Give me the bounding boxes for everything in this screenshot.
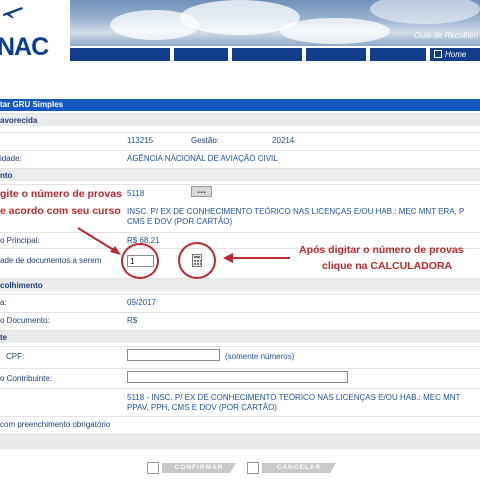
annotation-left-line-2: e acordo com seu curso	[0, 205, 121, 217]
annotation-right-line-2: clique na CALCULADORA	[322, 260, 453, 272]
annotation-left-line-1: gite o número de provas	[0, 188, 122, 200]
unidade-label: idade:	[0, 154, 22, 163]
unidade-row: idade: AGÊNCIA NACIONAL DE AVIAÇÃO CIVIL	[0, 150, 480, 164]
unidade-value: AGÊNCIA NACIONAL DE AVIAÇÃO CIVIL	[127, 154, 278, 163]
cpf-input[interactable]	[127, 349, 220, 361]
cancel-label: CANCELAR	[262, 463, 336, 473]
cancel-button[interactable]: CANCELAR	[247, 462, 338, 474]
descricao-line-2: CMS E DOV (POR CARTÃO)	[127, 217, 233, 226]
header-title: Guia de Recolhim	[414, 31, 478, 40]
search-code-button[interactable]: ...	[191, 186, 212, 197]
resumo-row: 5118 - INSC. P/ EX DE CONHECIMENTO TEÓRI…	[0, 388, 480, 414]
quantidade-label: ade de documentos a serem	[0, 256, 102, 265]
resumo-line-1: 5118 - INSC. P/ EX DE CONHECIMENTO TEÓRI…	[127, 393, 461, 402]
cpf-label: CPF:	[6, 352, 25, 361]
page-header: NAC Guia de Recolhim Home	[0, 0, 480, 68]
ug-row: 113215 Gestão: 20214	[0, 132, 480, 146]
codigo-value: 5118	[127, 189, 145, 198]
competencia-row: a: 09/2017	[0, 294, 480, 308]
input-highlight-circle	[121, 243, 159, 279]
section-recolhimento: colhimento	[0, 278, 480, 291]
section-documento: nto	[0, 168, 480, 181]
confirm-button[interactable]: CONFIRMAR	[147, 462, 238, 474]
nav-home-link[interactable]: Home	[430, 48, 480, 61]
cpf-hint: (somente números)	[225, 352, 295, 361]
form-title: tar GRU Simples	[0, 99, 480, 111]
nav-home-label: Home	[445, 50, 467, 59]
valor-documento-value: R$	[127, 316, 138, 325]
anac-logo: NAC	[0, 0, 68, 68]
competencia-value: 09/2017	[127, 298, 156, 307]
cancel-icon	[247, 462, 259, 474]
obrigatorio-row: com preenchimento obrigatório	[0, 416, 480, 430]
logo-text: NAC	[0, 33, 49, 61]
annotation-right-line-1: Após digitar o número de provas	[299, 244, 464, 256]
valor-principal-label: o Principal:	[0, 236, 40, 245]
contribuinte-input[interactable]	[127, 371, 348, 383]
top-navbar: Home	[70, 48, 480, 61]
contribuinte-label: o Contribuinte:	[0, 374, 53, 383]
resumo-line-2: PPAV, PPH, CMS E DOV (POR CARTÃO)	[127, 403, 277, 412]
valor-documento-label: o Documento:	[0, 316, 50, 325]
section-contribuinte: te	[0, 330, 480, 343]
gestao-value: 20214	[272, 136, 295, 145]
header-banner: Guia de Recolhim	[70, 0, 480, 46]
obrigatorio-note: com preenchimento obrigatório	[0, 420, 111, 429]
gestao-label: Gestão:	[191, 136, 220, 145]
home-icon	[434, 50, 442, 58]
descricao-line-1: INSC. P/ EX DE CONHECIMENTO TEÓRICO NAS …	[127, 207, 465, 216]
valor-documento-row: o Documento: R$	[0, 312, 480, 326]
calculator-highlight-circle	[178, 242, 216, 279]
confirm-icon	[147, 462, 159, 474]
section-favorecida: avorecida	[0, 113, 480, 126]
airplane-icon	[3, 7, 23, 18]
confirm-label: CONFIRMAR	[162, 463, 236, 473]
competencia-label: a:	[0, 298, 7, 307]
footer-bar	[0, 433, 480, 449]
cpf-row: CPF: (somente números)	[0, 346, 480, 364]
ug-value: 113215	[127, 136, 154, 145]
